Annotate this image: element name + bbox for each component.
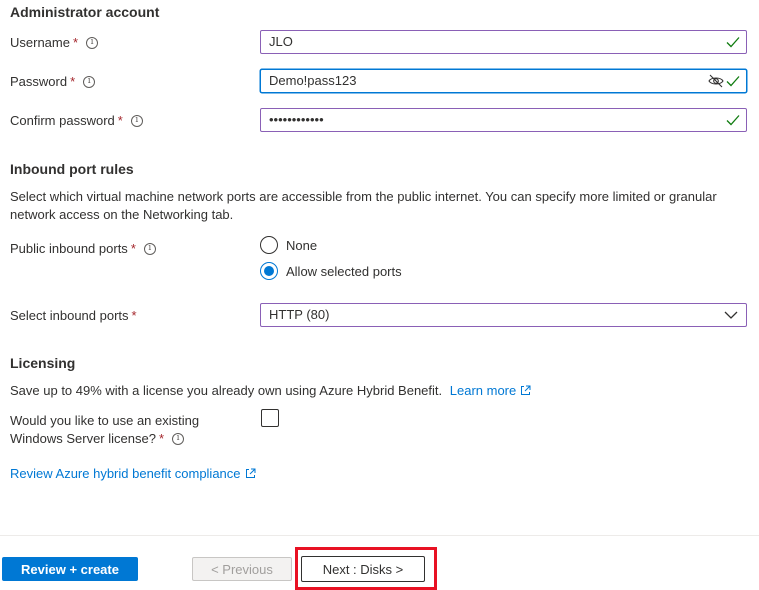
next-disks-button[interactable]: Next : Disks > — [301, 556, 425, 582]
radio-button-checked[interactable] — [260, 262, 278, 280]
password-value: Demo!pass123 — [269, 73, 357, 88]
admin-section-title: Administrator account — [10, 4, 160, 20]
required-mark: * — [117, 113, 123, 128]
select-inbound-label: Select inbound ports — [10, 308, 129, 323]
required-mark: * — [70, 74, 76, 89]
confirm-password-value: •••••••••••• — [269, 112, 324, 127]
required-mark: * — [72, 35, 79, 50]
licensing-description: Save up to 49% with a license you alread… — [10, 383, 443, 398]
review-link-label: Review Azure hybrid benefit compliance — [10, 466, 241, 481]
radio-button[interactable] — [260, 236, 278, 254]
radio-label: None — [286, 237, 318, 253]
username-label-row: Username * i — [10, 35, 99, 50]
confirm-password-label: Confirm password — [10, 113, 115, 128]
public-inbound-label-row: Public inbound ports * i — [10, 241, 156, 256]
external-link-icon — [245, 468, 256, 478]
radio-option-allow-selected[interactable]: Allow selected ports — [260, 261, 402, 281]
chevron-down-icon — [724, 311, 738, 319]
check-icon — [726, 115, 740, 126]
existing-license-line1: Would you like to use an existing — [10, 413, 200, 428]
username-label: Username — [10, 35, 70, 50]
password-input[interactable]: Demo!pass123 — [260, 69, 747, 93]
learn-more-label: Learn more — [449, 383, 517, 398]
confirm-password-label-row: Confirm password * i — [10, 113, 143, 128]
required-mark: * — [130, 241, 136, 256]
learn-more-link[interactable]: Learn more — [450, 383, 531, 398]
info-icon[interactable]: i — [172, 432, 185, 445]
licensing-description-row: Save up to 49% with a license you alread… — [10, 382, 531, 400]
public-inbound-label: Public inbound ports — [10, 241, 128, 256]
footer-divider — [0, 535, 759, 536]
password-label: Password — [10, 74, 68, 89]
username-input[interactable]: JLO — [260, 30, 747, 54]
info-icon[interactable]: i — [83, 75, 96, 88]
previous-button[interactable]: < Previous — [192, 557, 292, 581]
radio-dot — [264, 266, 274, 276]
external-link-icon — [521, 385, 531, 395]
info-icon[interactable]: i — [86, 36, 99, 49]
check-icon — [726, 37, 740, 48]
required-mark: * — [131, 308, 137, 323]
radio-label: Allow selected ports — [286, 263, 402, 279]
review-compliance-row: Review Azure hybrid benefit compliance — [10, 465, 256, 483]
licensing-section-title: Licensing — [10, 355, 76, 371]
password-label-row: Password * i — [10, 74, 96, 89]
existing-license-checkbox[interactable] — [261, 409, 279, 427]
review-hybrid-compliance-link[interactable]: Review Azure hybrid benefit compliance — [10, 466, 256, 481]
inbound-section-title: Inbound port rules — [10, 161, 134, 177]
check-icon — [726, 76, 740, 87]
inbound-description: Select which virtual machine network por… — [10, 189, 717, 222]
dropdown-value: HTTP (80) — [269, 307, 330, 322]
info-icon[interactable]: i — [130, 114, 143, 127]
existing-license-line2: Windows Server license? — [10, 431, 156, 446]
confirm-password-input[interactable]: •••••••••••• — [260, 108, 747, 132]
existing-license-label: Would you like to use an existing Window… — [10, 412, 199, 448]
eye-slash-icon[interactable] — [708, 73, 724, 89]
info-icon[interactable]: i — [143, 242, 156, 255]
existing-license-line2-row: Windows Server license? * i — [10, 430, 199, 448]
radio-option-none[interactable]: None — [260, 235, 317, 255]
review-create-button[interactable]: Review + create — [2, 557, 138, 581]
required-mark: * — [158, 431, 165, 446]
select-inbound-label-row: Select inbound ports * — [10, 308, 137, 323]
inbound-ports-dropdown[interactable]: HTTP (80) — [260, 303, 747, 327]
username-value: JLO — [269, 34, 293, 49]
